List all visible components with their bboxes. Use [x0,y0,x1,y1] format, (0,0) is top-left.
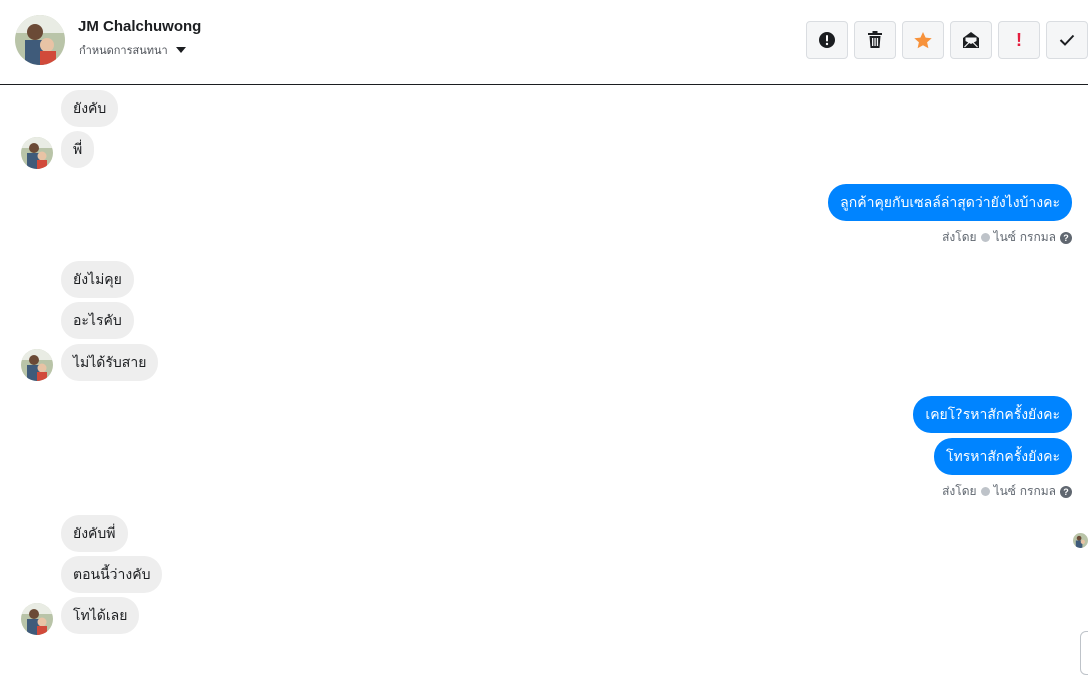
sent-by-info: ส่งโดย ไนซ์ กรกมล ? [942,228,1072,247]
sender-name: ไนซ์ กรกมล [993,230,1056,244]
sent-by-label: ส่งโดย [942,484,977,498]
page-icon [980,233,990,242]
composer-edge[interactable] [1080,631,1088,675]
incoming-message: ยังคับ [61,90,119,127]
alert-circle-icon [819,32,835,48]
mark-unread-button[interactable] [950,21,992,59]
sender-avatar[interactable] [21,603,53,635]
contact-name[interactable]: JM Chalchuwong [78,18,201,35]
delete-button[interactable] [854,21,896,59]
incoming-message: โทได้เลย [61,597,140,634]
star-button[interactable] [902,21,944,59]
report-button[interactable] [806,21,848,59]
sender-avatar[interactable] [21,349,53,381]
page-icon [980,487,990,496]
caret-down-icon [175,47,186,53]
incoming-message: ไม่ได้รับสาย [61,344,159,381]
check-icon [1059,34,1075,46]
trash-icon [868,31,882,48]
read-receipt-avatar [1073,533,1088,548]
spam-button[interactable]: ! [998,21,1040,59]
sender-avatar[interactable] [21,137,53,169]
sender-name: ไนซ์ กรกมล [993,484,1056,498]
open-envelope-icon [963,32,979,48]
outgoing-message: ลูกค้าคุยกับเซลล์ล่าสุดว่ายังไงบ้างคะ [828,184,1072,221]
incoming-message: ยังไม่คุย [61,261,134,298]
star-icon [914,31,932,48]
outgoing-message: โทรหาสักครั้งยังคะ [933,438,1072,475]
incoming-message: ยังคับพี่ [61,515,128,552]
conversation-settings-dropdown[interactable]: กำหนดการสนทนา [79,41,186,59]
incoming-message: พี่ [61,131,95,168]
message-thread[interactable]: ยังคับ พี่ ลูกค้าคุยกับเซลล์ล่าสุดว่ายัง… [0,86,1088,675]
incoming-message: อะไรคับ [61,302,134,339]
help-icon[interactable]: ? [1060,231,1072,244]
conversation-header: JM Chalchuwong กำหนดการสนทนา ! [0,0,1088,85]
exclamation-icon: ! [1016,30,1022,50]
conversation-toolbar: ! [806,21,1088,59]
sent-by-info: ส่งโดย ไนซ์ กรกมล ? [942,482,1072,501]
done-button[interactable] [1046,21,1088,59]
outgoing-message: เคยโ?รหาสักครั้งยังคะ [913,396,1072,433]
contact-avatar[interactable] [15,15,65,65]
help-icon[interactable]: ? [1060,485,1072,498]
sent-by-label: ส่งโดย [942,230,977,244]
conversation-settings-label: กำหนดการสนทนา [79,44,168,57]
incoming-message: ตอนนี้ว่างคับ [61,556,163,593]
